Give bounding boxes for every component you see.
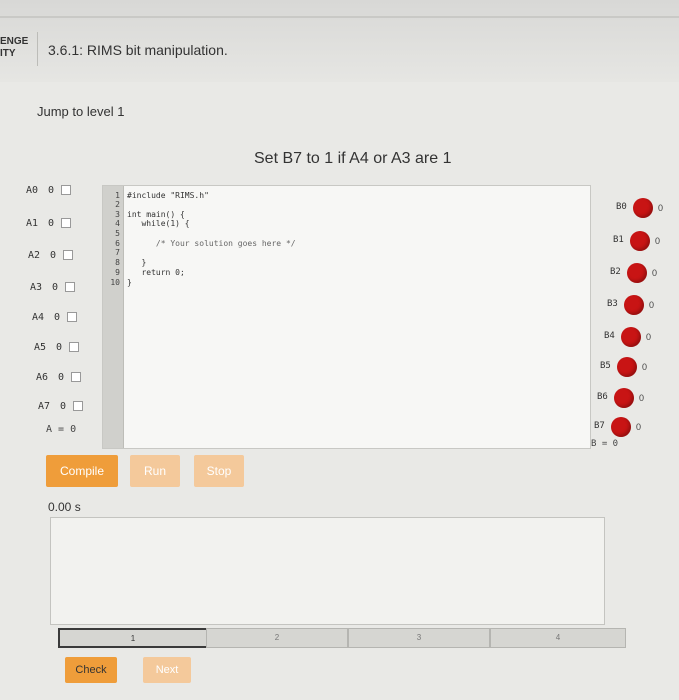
led-indicator-b1 (630, 231, 650, 251)
led-indicator-b4 (621, 327, 641, 347)
input-checkbox-a6[interactable] (71, 372, 81, 382)
code-line[interactable]: } (127, 258, 146, 267)
input-row-a7: A7 0 (38, 401, 83, 412)
line-number: 1 (115, 191, 120, 200)
line-number: 2 (115, 200, 120, 209)
input-label: A2 (28, 250, 41, 261)
led-indicator-b5 (617, 357, 637, 377)
input-label: A4 (32, 312, 45, 323)
output-value-b4: 0 (646, 332, 652, 342)
input-checkbox-a5[interactable] (69, 342, 79, 352)
input-row-a5: A5 0 (34, 342, 79, 353)
input-value: 0 (48, 185, 55, 196)
line-number-gutter: 1 2 3 4 5 6 7 8 9 10 (103, 186, 124, 448)
challenge-label-line-1: ENGE (0, 36, 29, 47)
output-console (50, 517, 605, 625)
line-number: 7 (115, 248, 120, 257)
input-value: 0 (60, 401, 67, 412)
code-line[interactable]: while(1) { (127, 219, 189, 228)
input-value: 0 (56, 342, 63, 353)
input-value: 0 (58, 372, 65, 383)
input-row-a1: A1 0 (26, 218, 71, 229)
output-value-b6: 0 (639, 393, 645, 403)
top-divider (0, 16, 679, 18)
line-number: 4 (115, 219, 120, 228)
output-value-b3: 0 (649, 300, 655, 310)
line-number: 8 (115, 258, 120, 267)
output-value-b5: 0 (642, 362, 648, 372)
input-checkbox-a2[interactable] (63, 250, 73, 260)
input-row-a3: A3 0 (30, 282, 75, 293)
led-indicator-b7 (611, 417, 631, 437)
input-label: A5 (34, 342, 47, 353)
output-value-b7: 0 (636, 422, 642, 432)
level-2-box[interactable]: 2 (206, 628, 348, 648)
output-label-b7: B7 (594, 421, 605, 431)
input-row-a4: A4 0 (32, 312, 77, 323)
run-button[interactable]: Run (130, 455, 180, 487)
input-value: 0 (52, 282, 59, 293)
output-label-b5: B5 (600, 361, 611, 371)
check-button[interactable]: Check (65, 657, 117, 683)
input-label: A0 (26, 185, 39, 196)
line-number: 10 (110, 278, 120, 287)
line-number: 9 (115, 268, 120, 277)
header-divider (37, 32, 38, 66)
input-label: A1 (26, 218, 39, 229)
challenge-label-line-2: ITY (0, 48, 16, 59)
top-bar: ENGE ITY 3.6.1: RIMS bit manipulation. (0, 0, 679, 82)
output-value-b0: 0 (658, 203, 664, 213)
led-indicator-b6 (614, 388, 634, 408)
led-indicator-b0 (633, 198, 653, 218)
input-checkbox-a3[interactable] (65, 282, 75, 292)
input-row-a6: A6 0 (36, 372, 81, 383)
input-checkbox-a0[interactable] (61, 185, 71, 195)
stop-button[interactable]: Stop (194, 455, 244, 487)
line-number: 5 (115, 229, 120, 238)
input-row-a2: A2 0 (28, 250, 73, 261)
page-title: 3.6.1: RIMS bit manipulation. (48, 42, 228, 58)
input-label: A3 (30, 282, 43, 293)
output-label-b6: B6 (597, 392, 608, 402)
output-value-b1: 0 (655, 236, 661, 246)
code-editor[interactable]: 1 2 3 4 5 6 7 8 9 10 #include "RIMS.h" int main() … (102, 185, 591, 449)
level-3-box[interactable]: 3 (348, 628, 490, 648)
led-indicator-b3 (624, 295, 644, 315)
input-value: 0 (48, 218, 55, 229)
input-checkbox-a1[interactable] (61, 218, 71, 228)
next-button[interactable]: Next (143, 657, 191, 683)
output-label-b4: B4 (604, 331, 615, 341)
output-label-b3: B3 (607, 299, 618, 309)
code-line[interactable]: int main() { (127, 210, 185, 219)
output-total: B = 0 (591, 439, 619, 449)
input-label: A7 (38, 401, 51, 412)
output-label-b0: B0 (616, 202, 627, 212)
compile-button[interactable]: Compile (46, 455, 118, 487)
input-value: 0 (50, 250, 57, 261)
led-indicator-b2 (627, 263, 647, 283)
code-line[interactable]: } (127, 278, 132, 287)
output-label-b2: B2 (610, 267, 621, 277)
timer: 0.00 s (48, 500, 81, 514)
input-total: A = 0 (46, 424, 77, 435)
input-checkbox-a7[interactable] (73, 401, 83, 411)
level-4-box[interactable]: 4 (490, 628, 626, 648)
input-label: A6 (36, 372, 49, 383)
line-number: 6 (115, 239, 120, 248)
level-progress: 1234 (58, 628, 626, 648)
code-line[interactable]: return 0; (127, 268, 184, 277)
jump-to-level-link[interactable]: Jump to level 1 (37, 104, 124, 119)
input-value: 0 (54, 312, 61, 323)
task-instruction: Set B7 to 1 if A4 or A3 are 1 (254, 150, 452, 167)
output-value-b2: 0 (652, 268, 658, 278)
input-checkbox-a4[interactable] (67, 312, 77, 322)
level-1-box[interactable]: 1 (58, 628, 208, 648)
output-label-b1: B1 (613, 235, 624, 245)
code-line[interactable]: /* Your solution goes here */ (127, 239, 296, 248)
input-row-a0: A0 0 (26, 185, 71, 196)
challenge-activity-label: ENGE ITY (0, 36, 28, 60)
code-line[interactable]: #include "RIMS.h" (127, 191, 209, 200)
line-number: 3 (115, 210, 120, 219)
